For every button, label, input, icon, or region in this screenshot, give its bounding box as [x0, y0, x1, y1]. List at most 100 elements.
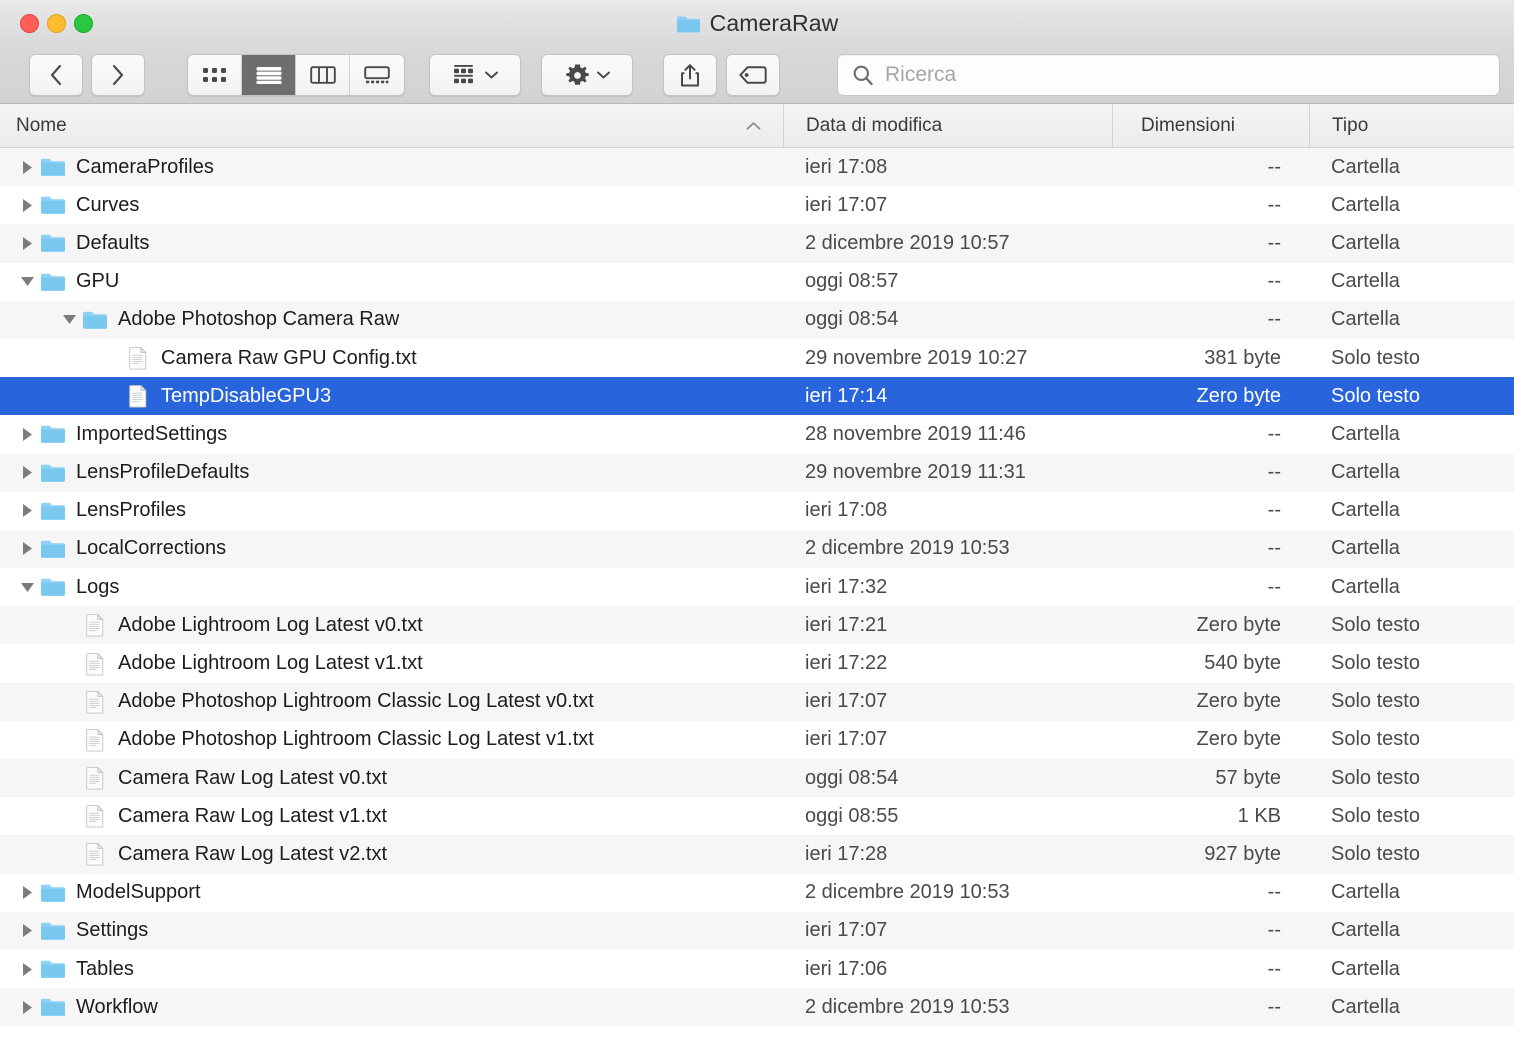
folder-icon [41, 273, 65, 291]
view-as-gallery-button[interactable] [350, 55, 404, 95]
cell-size: Zero byte [1196, 613, 1281, 636]
table-row[interactable]: LensProfiles ieri 17:08 -- Cartella [0, 491, 1514, 530]
disclosure-triangle-collapsed[interactable] [14, 880, 40, 906]
table-row[interactable]: Curves ieri 17:07 -- Cartella [0, 186, 1514, 225]
column-header-date[interactable]: Data di modifica [783, 104, 1112, 147]
table-row[interactable]: Settings ieri 17:07 -- Cartella [0, 911, 1514, 950]
cell-date: ieri 17:32 [805, 575, 888, 598]
disclosure-triangle-collapsed[interactable] [14, 460, 40, 486]
cell-size: -- [1267, 155, 1281, 178]
disclosure-triangle-collapsed[interactable] [14, 230, 40, 256]
table-row[interactable]: Camera Raw Log Latest v0.txt oggi 08:54 57… [0, 759, 1514, 798]
cell-size: 57 byte [1215, 766, 1281, 789]
triangle-right-icon [22, 160, 32, 174]
cell-type: Solo testo [1331, 728, 1420, 751]
cell-name: Camera Raw Log Latest v0.txt [0, 765, 783, 791]
cell-size: -- [1267, 537, 1281, 560]
table-row[interactable]: Camera Raw Log Latest v2.txt ieri 17:28 92… [0, 835, 1514, 874]
disclosure-triangle-collapsed[interactable] [14, 994, 40, 1020]
minimize-button[interactable] [47, 14, 66, 33]
view-as-list-button[interactable] [242, 55, 296, 95]
title-bar: CameraRaw [0, 0, 1514, 47]
table-row[interactable]: Camera Raw Log Latest v1.txt oggi 08:55 1 … [0, 797, 1514, 836]
table-row[interactable]: Adobe Photoshop Camera Raw oggi 08:54 -- Ca… [0, 300, 1514, 339]
table-row[interactable]: Defaults 2 dicembre 2019 10:57 -- Cartella [0, 224, 1514, 263]
item-label: Curves [76, 193, 140, 216]
folder-icon [41, 922, 65, 940]
table-row[interactable]: Camera Raw GPU Config.txt 29 novembre 201… [0, 338, 1514, 378]
column-header-type-label: Tipo [1332, 114, 1369, 136]
table-row[interactable]: GPU oggi 08:57 -- Cartella [0, 262, 1514, 301]
cell-name: Workflow [0, 994, 783, 1020]
cell-date: oggi 08:54 [805, 766, 899, 789]
view-as-icons-button[interactable] [188, 55, 242, 95]
column-header-type[interactable]: Tipo [1309, 104, 1514, 147]
table-row[interactable]: ImportedSettings 28 novembre 2019 11:46 --… [0, 415, 1514, 454]
table-row[interactable]: Tables ieri 17:06 -- Cartella [0, 949, 1514, 989]
action-menu-button[interactable] [541, 54, 633, 96]
disclosure-triangle-collapsed[interactable] [14, 536, 40, 562]
column-header-size[interactable]: Dimensioni [1112, 104, 1309, 147]
disclosure-triangle-expanded[interactable] [14, 574, 40, 600]
file-list[interactable]: CameraProfiles ieri 17:08 -- Cartella Curve… [0, 148, 1514, 1048]
chevron-right-icon [112, 64, 124, 86]
share-button[interactable] [663, 54, 717, 96]
zoom-button[interactable] [74, 14, 93, 33]
table-row[interactable]: Logs ieri 17:32 -- Cartella [0, 568, 1514, 607]
cell-size: -- [1267, 231, 1281, 254]
cell-size: 540 byte [1204, 652, 1281, 675]
cell-date: ieri 17:07 [805, 193, 888, 216]
item-label: LensProfiles [76, 499, 187, 522]
item-label: Adobe Lightroom Log Latest v0.txt [118, 613, 423, 636]
list-view-icon [256, 67, 281, 84]
table-row[interactable]: LensProfileDefaults 29 novembre 2019 11:3… [0, 453, 1514, 492]
cell-date: oggi 08:54 [805, 308, 899, 331]
table-row[interactable]: ModelSupport 2 dicembre 2019 10:53 -- Carte… [0, 873, 1514, 912]
cell-name: Logs [0, 574, 783, 600]
item-label: Camera Raw Log Latest v0.txt [118, 766, 388, 789]
disclosure-triangle-collapsed[interactable] [14, 154, 40, 180]
folder-icon [41, 960, 65, 978]
cell-date: ieri 17:07 [805, 919, 888, 942]
table-row[interactable]: CameraProfiles ieri 17:08 -- Cartella [0, 148, 1514, 187]
search-placeholder: Ricerca [885, 63, 957, 86]
triangle-down-icon [62, 315, 76, 325]
disclosure-triangle-collapsed[interactable] [14, 918, 40, 944]
table-row[interactable]: Adobe Lightroom Log Latest v1.txt ieri 17… [0, 644, 1514, 683]
table-row[interactable]: TempDisableGPU3 ieri 17:14 Zero byte Solo t… [0, 377, 1514, 416]
cell-type: Cartella [1331, 308, 1400, 331]
cell-type: Solo testo [1331, 384, 1420, 407]
table-row[interactable]: Adobe Photoshop Lightroom Classic Log La… [0, 720, 1514, 759]
disclosure-triangle-collapsed[interactable] [14, 956, 40, 982]
forward-button[interactable] [91, 54, 145, 96]
close-button[interactable] [20, 14, 39, 33]
table-row[interactable]: Workflow 2 dicembre 2019 10:53 -- Cartella [0, 988, 1514, 1027]
disclosure-triangle-collapsed[interactable] [14, 192, 40, 218]
disclosure-triangle-collapsed[interactable] [14, 421, 40, 447]
cell-type: Solo testo [1331, 613, 1420, 636]
cell-date: ieri 17:06 [805, 957, 888, 980]
window-title: CameraRaw [709, 10, 839, 36]
chevron-down-icon [596, 71, 610, 79]
column-header-name[interactable]: Nome [0, 104, 783, 147]
item-label: Adobe Photoshop Lightroom Classic Log La… [118, 728, 594, 751]
arrange-by-button[interactable] [429, 54, 521, 96]
cell-date: ieri 17:07 [805, 728, 888, 751]
table-row[interactable]: Adobe Photoshop Lightroom Classic Log La… [0, 682, 1514, 721]
disclosure-triangle-expanded[interactable] [14, 269, 40, 295]
disclosure-triangle-collapsed[interactable] [14, 498, 40, 524]
cell-name: Camera Raw GPU Config.txt [0, 345, 783, 371]
back-button[interactable] [29, 54, 83, 96]
cell-size: 381 byte [1204, 346, 1281, 369]
tags-button[interactable] [726, 54, 780, 96]
sort-ascending-icon [746, 121, 761, 130]
text-document-icon [86, 729, 104, 752]
table-row[interactable]: LocalCorrections 2 dicembre 2019 10:53 -- C… [0, 529, 1514, 569]
disclosure-triangle-expanded[interactable] [56, 307, 82, 333]
view-as-columns-button[interactable] [296, 55, 350, 95]
cell-name: LensProfileDefaults [0, 460, 783, 486]
table-row[interactable]: Adobe Lightroom Log Latest v0.txt ieri 17… [0, 606, 1514, 645]
search-field[interactable]: Ricerca [837, 54, 1500, 96]
